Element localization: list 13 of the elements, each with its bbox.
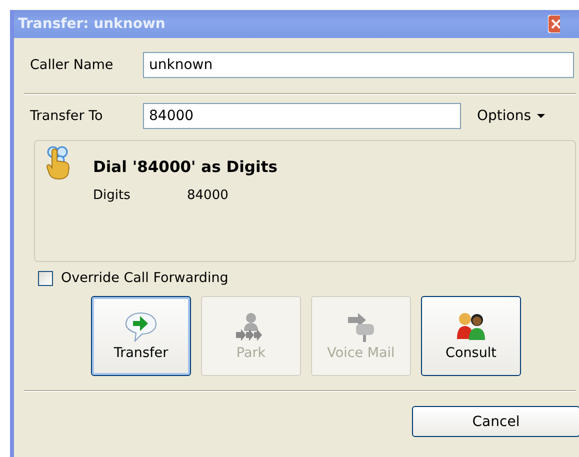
consult-button[interactable]: Consult — [421, 296, 521, 376]
checkbox-label: Override Call Forwarding — [61, 270, 228, 286]
detail-value: 84000 — [187, 188, 228, 203]
transfer-to-label: Transfer To — [29, 108, 104, 124]
options-menu-button[interactable]: Options — [477, 108, 546, 124]
caller-name-label: Caller Name — [29, 57, 114, 73]
dial-heading: Dial '84000' as Digits — [93, 158, 278, 176]
detail-label: Digits — [93, 188, 132, 203]
transfer-to-field[interactable]: 84000 — [143, 103, 461, 129]
cancel-button[interactable]: Cancel — [412, 406, 579, 437]
transfer-button[interactable]: Transfer — [91, 296, 191, 376]
window-title: Transfer: unknown — [18, 16, 166, 32]
caller-name-field[interactable]: unknown — [143, 52, 574, 78]
